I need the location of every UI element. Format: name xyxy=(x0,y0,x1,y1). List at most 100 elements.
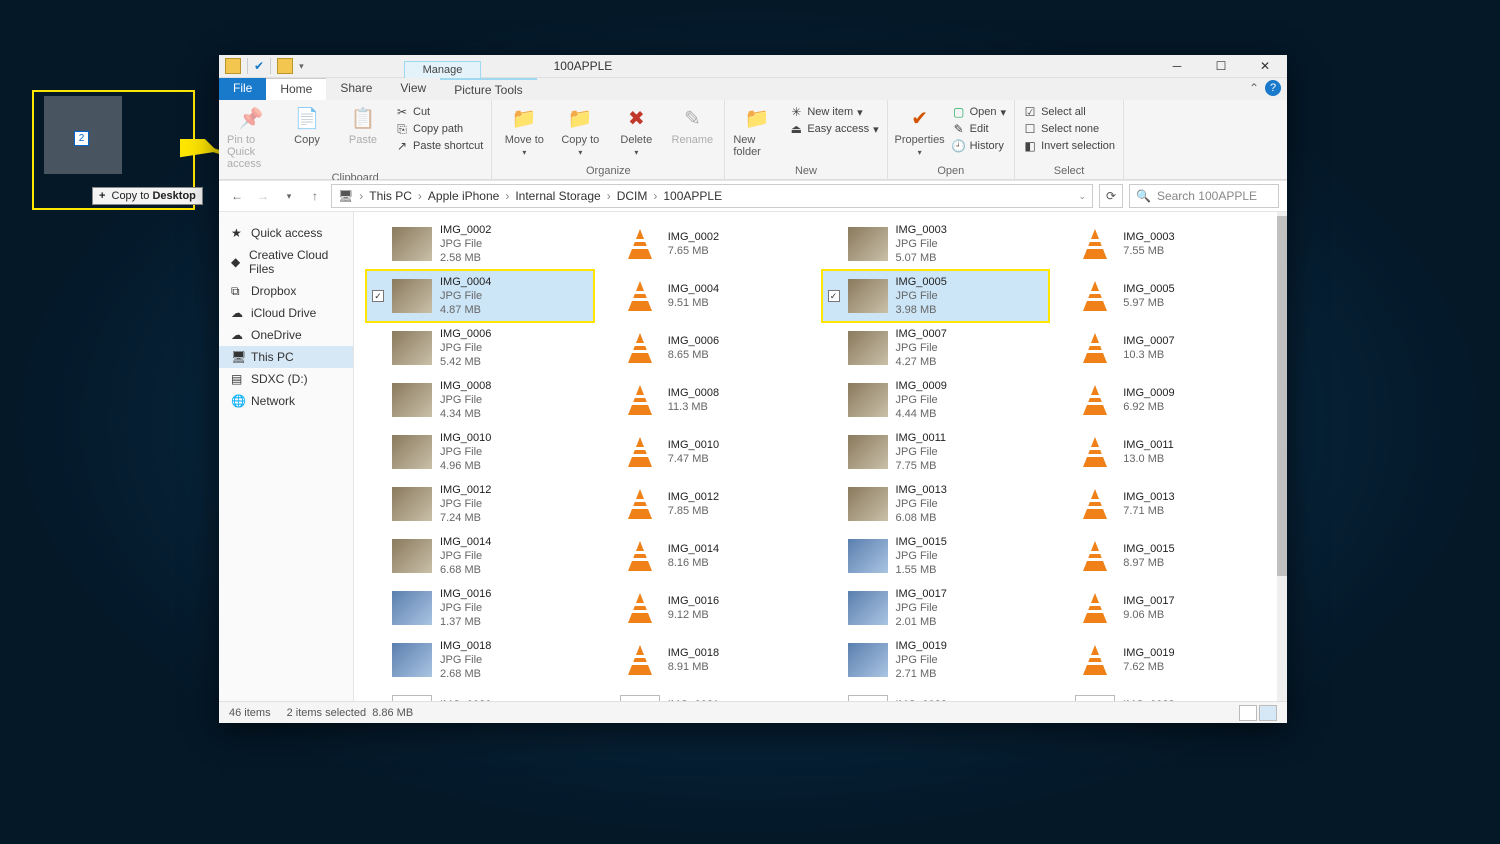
file-item[interactable]: IMG_0014JPG File6.68 MB xyxy=(366,530,594,582)
copy-button[interactable]: 📄Copy xyxy=(283,104,331,146)
refresh-button[interactable]: ⟳ xyxy=(1099,184,1123,208)
scrollbar-thumb[interactable] xyxy=(1277,216,1287,576)
rename-button[interactable]: ✎Rename xyxy=(668,104,716,146)
file-item[interactable]: IMG_000811.3 MB xyxy=(594,374,822,426)
file-item[interactable]: IMG_0019JPG File2.71 MB xyxy=(822,634,1050,686)
file-item[interactable]: IMG_00148.16 MB xyxy=(594,530,822,582)
crumb[interactable]: Apple iPhone xyxy=(428,189,499,203)
file-item[interactable]: IMG_0008JPG File4.34 MB xyxy=(366,374,594,426)
crumb[interactable]: This PC xyxy=(369,189,412,203)
file-item[interactable]: IMG_0015JPG File1.55 MB xyxy=(822,530,1050,582)
up-button[interactable]: ↑ xyxy=(305,186,325,206)
ribbon-collapse-icon[interactable]: ⌃ xyxy=(1249,81,1259,95)
titlebar[interactable]: ✔ ▾ Manage 100APPLE ─ ☐ ✕ xyxy=(219,55,1287,78)
file-item[interactable]: IMG_00158.97 MB xyxy=(1049,530,1277,582)
tab-view[interactable]: View xyxy=(386,78,440,100)
easyaccess-button[interactable]: ⏏Easy access ▾ xyxy=(789,121,878,137)
minimize-button[interactable]: ─ xyxy=(1155,55,1199,78)
edit-button[interactable]: ✎Edit xyxy=(952,121,1006,137)
crumb[interactable]: Internal Storage xyxy=(515,189,600,203)
checkbox-icon[interactable]: ✓ xyxy=(372,290,384,302)
file-item[interactable]: IMG_00197.62 MB xyxy=(1049,634,1277,686)
tab-file[interactable]: File xyxy=(219,78,266,100)
maximize-button[interactable]: ☐ xyxy=(1199,55,1243,78)
file-item[interactable]: IMG_00027.65 MB xyxy=(594,218,822,270)
file-item[interactable]: IMG_0002JPG File2.58 MB xyxy=(366,218,594,270)
crumb[interactable]: DCIM xyxy=(617,189,648,203)
file-item[interactable]: IMG_00179.06 MB xyxy=(1049,582,1277,634)
sidebar-item[interactable]: ★Quick access xyxy=(219,222,353,244)
copyto-button[interactable]: 📁Copy to▾ xyxy=(556,104,604,157)
sidebar-item[interactable]: ▤SDXC (D:) xyxy=(219,368,353,390)
view-details-button[interactable] xyxy=(1239,705,1257,721)
selectnone-button[interactable]: ☐Select none xyxy=(1023,121,1115,137)
newitem-button[interactable]: ✳New item ▾ xyxy=(789,104,878,120)
pasteshortcut-button[interactable]: ↗Paste shortcut xyxy=(395,138,483,154)
close-button[interactable]: ✕ xyxy=(1243,55,1287,78)
copypath-button[interactable]: ⎘Copy path xyxy=(395,121,483,137)
history-button[interactable]: 🕘History xyxy=(952,138,1006,154)
search-input[interactable]: 🔍 Search 100APPLE xyxy=(1129,184,1279,208)
open-button[interactable]: ▢Open ▾ xyxy=(952,104,1006,120)
sidebar-item[interactable]: ☁iCloud Drive xyxy=(219,302,353,324)
newfolder-button[interactable]: 📁New folder xyxy=(733,104,781,158)
file-item[interactable]: IMG_00169.12 MB xyxy=(594,582,822,634)
file-item[interactable]: IMG_0010JPG File4.96 MB xyxy=(366,426,594,478)
file-item[interactable]: IMG_0012JPG File7.24 MB xyxy=(366,478,594,530)
tab-share[interactable]: Share xyxy=(326,78,386,100)
file-item[interactable]: IMG_00068.65 MB xyxy=(594,322,822,374)
file-item[interactable]: IMG_0006JPG File5.42 MB xyxy=(366,322,594,374)
file-item[interactable]: IMG_00049.51 MB xyxy=(594,270,822,322)
file-item[interactable]: IMG_000710.3 MB xyxy=(1049,322,1277,374)
qat-check-icon[interactable]: ✔ xyxy=(254,59,264,73)
sidebar-item[interactable]: ◆Creative Cloud Files xyxy=(219,244,353,280)
file-item[interactable]: IMG_0011JPG File7.75 MB xyxy=(822,426,1050,478)
folder-icon[interactable] xyxy=(277,58,293,74)
checkbox-icon[interactable]: ✓ xyxy=(828,290,840,302)
forward-button[interactable]: → xyxy=(253,186,273,206)
file-item[interactable]: ✓IMG_0004JPG File4.87 MB xyxy=(366,270,594,322)
selectall-button[interactable]: ☑Select all xyxy=(1023,104,1115,120)
file-item[interactable]: IMG_0021PNG File xyxy=(594,686,822,701)
sidebar-item[interactable]: 🌐Network xyxy=(219,390,353,412)
file-item[interactable]: IMG_0022PNG File xyxy=(822,686,1050,701)
file-item[interactable]: ✓IMG_0005JPG File3.98 MB xyxy=(822,270,1050,322)
file-item[interactable]: IMG_00107.47 MB xyxy=(594,426,822,478)
file-item[interactable]: IMG_0018JPG File2.68 MB xyxy=(366,634,594,686)
context-tab-manage[interactable]: Manage xyxy=(404,61,481,78)
scrollbar[interactable] xyxy=(1277,212,1287,701)
file-item[interactable]: IMG_001113.0 MB xyxy=(1049,426,1277,478)
file-item[interactable]: IMG_0013JPG File6.08 MB xyxy=(822,478,1050,530)
qat-dropdown-icon[interactable]: ▾ xyxy=(299,61,304,72)
file-item[interactable]: IMG_0017JPG File2.01 MB xyxy=(822,582,1050,634)
file-item[interactable]: IMG_0007JPG File4.27 MB xyxy=(822,322,1050,374)
moveto-button[interactable]: 📁Move to▾ xyxy=(500,104,548,157)
tab-picture-tools[interactable]: Picture Tools xyxy=(440,78,536,100)
file-item[interactable]: IMG_00137.71 MB xyxy=(1049,478,1277,530)
recent-button[interactable]: ▾ xyxy=(279,186,299,206)
sidebar-item[interactable]: ☁OneDrive xyxy=(219,324,353,346)
breadcrumb[interactable]: 🖥› This PC› Apple iPhone› Internal Stora… xyxy=(331,184,1093,208)
back-button[interactable]: ← xyxy=(227,186,247,206)
file-item[interactable]: IMG_0023PNG File xyxy=(1049,686,1277,701)
cut-button[interactable]: ✂Cut xyxy=(395,104,483,120)
invert-button[interactable]: ◧Invert selection xyxy=(1023,138,1115,154)
properties-button[interactable]: ✔Properties▾ xyxy=(896,104,944,157)
file-item[interactable]: IMG_0003JPG File5.07 MB xyxy=(822,218,1050,270)
crumb[interactable]: 100APPLE xyxy=(663,189,722,203)
pin-button[interactable]: 📌Pin to Quick access xyxy=(227,104,275,170)
file-item[interactable]: IMG_0016JPG File1.37 MB xyxy=(366,582,594,634)
view-tiles-button[interactable] xyxy=(1259,705,1277,721)
sidebar-item[interactable]: 🖥This PC xyxy=(219,346,353,368)
file-item[interactable]: IMG_00188.91 MB xyxy=(594,634,822,686)
file-item[interactable]: IMG_00127.85 MB xyxy=(594,478,822,530)
tab-home[interactable]: Home xyxy=(266,78,326,100)
file-item[interactable]: IMG_00037.55 MB xyxy=(1049,218,1277,270)
delete-button[interactable]: ✖Delete▾ xyxy=(612,104,660,157)
file-item[interactable]: IMG_0020PNG File xyxy=(366,686,594,701)
file-pane[interactable]: IMG_0002JPG File2.58 MBIMG_00027.65 MBIM… xyxy=(354,212,1287,701)
chevron-down-icon[interactable]: ⌄ xyxy=(1078,191,1086,202)
paste-button[interactable]: 📋Paste xyxy=(339,104,387,146)
help-icon[interactable]: ? xyxy=(1265,80,1281,96)
file-item[interactable]: IMG_00096.92 MB xyxy=(1049,374,1277,426)
